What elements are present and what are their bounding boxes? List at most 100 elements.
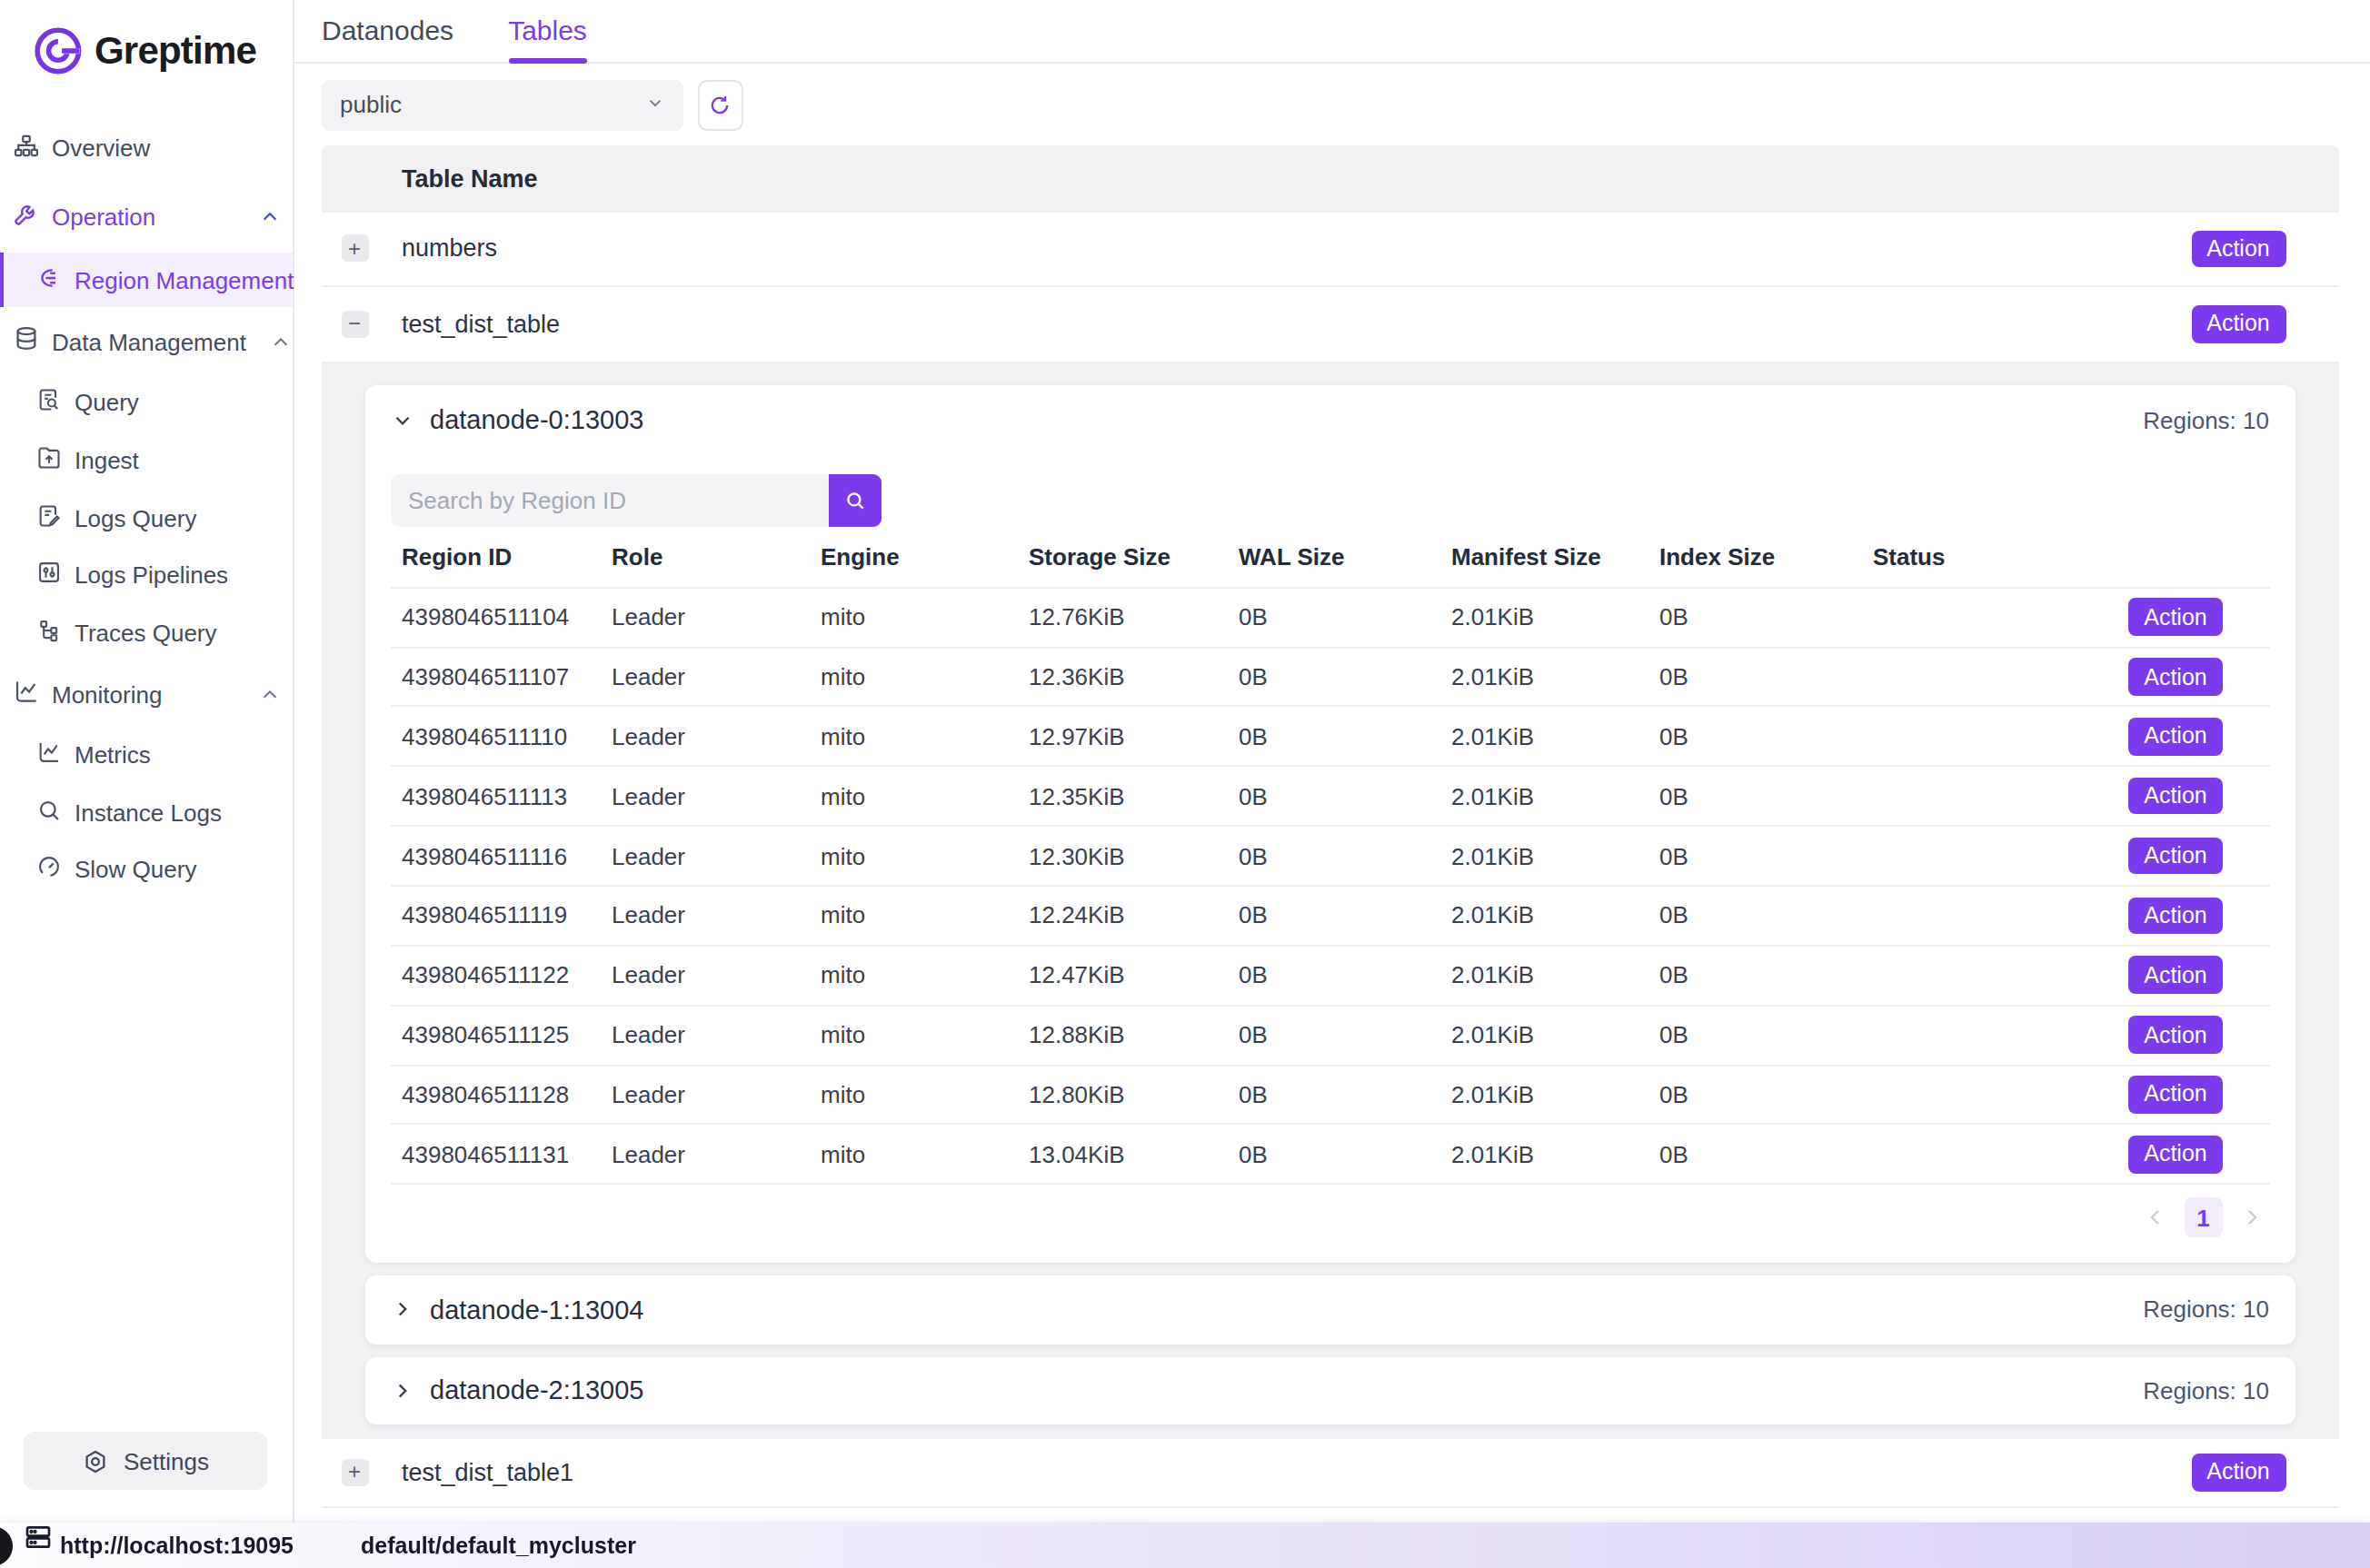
sidebar-item-label: Overview (52, 134, 150, 162)
cell-manifest: 2.01KiB (1439, 1081, 1648, 1108)
cell-storage: 12.80KiB (1017, 1081, 1227, 1108)
action-button[interactable]: Action (2128, 659, 2223, 696)
search-button[interactable] (828, 474, 881, 526)
cell-storage: 12.30KiB (1017, 842, 1227, 869)
region-row: 4398046511119 Leader mito 12.24KiB 0B 2.… (390, 887, 2269, 947)
refresh-button[interactable] (698, 79, 742, 130)
region-row: 4398046511128 Leader mito 12.80KiB 0B 2.… (390, 1066, 2269, 1126)
cell-region-id: 4398046511104 (390, 603, 600, 630)
datanode-header[interactable]: datanode-0:13003 Regions: 10 (390, 405, 2269, 434)
cell-region-id: 4398046511128 (390, 1081, 600, 1108)
cell-region-id: 4398046511119 (390, 902, 600, 929)
cell-storage: 12.47KiB (1017, 961, 1227, 988)
action-button[interactable]: Action (2128, 778, 2223, 815)
region-search-input[interactable] (390, 474, 828, 526)
chevron-right-icon (390, 1379, 413, 1403)
expand-icon[interactable]: + (341, 235, 368, 263)
chevron-up-icon[interactable] (260, 206, 280, 226)
cell-index: 0B (1648, 961, 1861, 988)
cell-manifest: 2.01KiB (1439, 842, 1648, 869)
region-row: 4398046511116 Leader mito 12.30KiB 0B 2.… (390, 827, 2269, 887)
cell-region-id: 4398046511116 (390, 842, 600, 869)
action-button[interactable]: Action (2191, 1454, 2285, 1491)
action-button[interactable]: Action (2128, 897, 2223, 934)
sidebar-item-label: Ingest (75, 446, 139, 473)
cell-storage: 12.88KiB (1017, 1021, 1227, 1048)
region-row: 4398046511113 Leader mito 12.35KiB 0B 2.… (390, 768, 2269, 828)
greptime-logo-icon (33, 24, 87, 78)
datanode-card-1[interactable]: datanode-1:13004 Regions: 10 (364, 1275, 2295, 1344)
next-page-icon[interactable] (2240, 1206, 2262, 1228)
sidebar-item-traces-query[interactable]: Traces Query (0, 607, 293, 658)
sidebar-item-operation[interactable]: Operation (0, 191, 293, 242)
sidebar-item-query[interactable]: Query (0, 377, 293, 428)
sidebar-item-data-management[interactable]: Data Management (0, 316, 293, 367)
sidebar-nav: Overview Operation Region Management Dat… (0, 123, 293, 894)
region-row: 4398046511104 Leader mito 12.76KiB 0B 2.… (390, 589, 2269, 649)
prev-page-icon[interactable] (2145, 1206, 2166, 1228)
action-button[interactable]: Action (2128, 599, 2223, 636)
sidebar-item-label: Slow Query (75, 855, 196, 882)
ingest-icon (36, 444, 62, 475)
sidebar-item-label: Traces Query (75, 619, 217, 646)
tab-datanodes[interactable]: Datanodes (322, 0, 453, 62)
tabbar: Datanodes Tables (294, 0, 2370, 63)
chevron-up-icon[interactable] (272, 332, 292, 352)
table-name-header-label: Table Name (402, 165, 538, 193)
cell-manifest: 2.01KiB (1439, 663, 1648, 690)
brand-name: Greptime (95, 29, 256, 73)
cell-role: Leader (600, 1141, 809, 1168)
region-row: 4398046511107 Leader mito 12.36KiB 0B 2.… (390, 648, 2269, 708)
col-wal-size: WAL Size (1227, 542, 1439, 570)
cell-role: Leader (600, 1081, 809, 1108)
server-url[interactable]: http://localhost:19095 (60, 1533, 294, 1558)
action-button[interactable]: Action (2191, 230, 2285, 267)
sidebar-item-slow-query[interactable]: Slow Query (0, 843, 293, 894)
chevron-up-icon[interactable] (260, 684, 280, 704)
sidebar-item-monitoring[interactable]: Monitoring (0, 669, 293, 719)
monitoring-icon (12, 678, 39, 710)
sidebar-item-ingest[interactable]: Ingest (0, 434, 293, 485)
database-select-value: public (340, 91, 402, 118)
sidebar-item-instance-logs[interactable]: Instance Logs (0, 787, 293, 838)
sidebar-item-label: Monitoring (52, 680, 162, 708)
table-name: test_dist_table (402, 311, 560, 338)
sidebar-item-metrics[interactable]: Metrics (0, 729, 293, 779)
cell-wal: 0B (1227, 902, 1439, 929)
app: Greptime Overview Operation Region Manag… (0, 0, 2370, 1568)
sidebar-item-overview[interactable]: Overview (0, 123, 293, 174)
region-row: 4398046511122 Leader mito 12.47KiB 0B 2.… (390, 947, 2269, 1007)
action-button[interactable]: Action (2128, 718, 2223, 755)
sidebar-item-region-management[interactable]: Region Management (0, 253, 293, 307)
sidebar-item-label: Instance Logs (75, 799, 222, 826)
cell-wal: 0B (1227, 782, 1439, 809)
action-button[interactable]: Action (2128, 1017, 2223, 1054)
datanode-title: datanode-1:13004 (430, 1295, 643, 1325)
region-table-header: Region ID Role Engine Storage Size WAL S… (390, 526, 2269, 589)
action-button[interactable]: Action (2128, 838, 2223, 875)
datanode-card-2[interactable]: datanode-2:13005 Regions: 10 (364, 1356, 2295, 1424)
action-button[interactable]: Action (2128, 1136, 2223, 1173)
cell-engine: mito (809, 603, 1017, 630)
action-button[interactable]: Action (2128, 1076, 2223, 1113)
tab-tables[interactable]: Tables (508, 0, 587, 62)
expand-icon[interactable]: + (341, 1459, 368, 1486)
collapse-icon[interactable]: − (341, 311, 368, 338)
page-number[interactable]: 1 (2185, 1198, 2222, 1237)
table-row-test-dist-table: − test_dist_table Action (322, 287, 2339, 362)
region-row: 4398046511110 Leader mito 12.97KiB 0B 2.… (390, 708, 2269, 768)
cell-region-id: 4398046511122 (390, 961, 600, 988)
cell-region-id: 4398046511131 (390, 1141, 600, 1168)
cell-storage: 12.76KiB (1017, 603, 1227, 630)
sidebar-item-logs-query[interactable]: Logs Query (0, 492, 293, 543)
cell-manifest: 2.01KiB (1439, 961, 1648, 988)
action-button[interactable]: Action (2191, 305, 2285, 342)
action-button[interactable]: Action (2128, 957, 2223, 994)
pagination: 1 (390, 1185, 2269, 1250)
cell-index: 0B (1648, 782, 1861, 809)
region-management-icon (36, 264, 62, 295)
datanodes-panel: datanode-0:13003 Regions: 10 Region ID (322, 362, 2339, 1438)
sidebar-item-logs-pipelines[interactable]: Logs Pipelines (0, 549, 293, 600)
database-select[interactable]: public (322, 79, 683, 130)
settings-button[interactable]: Settings (24, 1432, 267, 1490)
